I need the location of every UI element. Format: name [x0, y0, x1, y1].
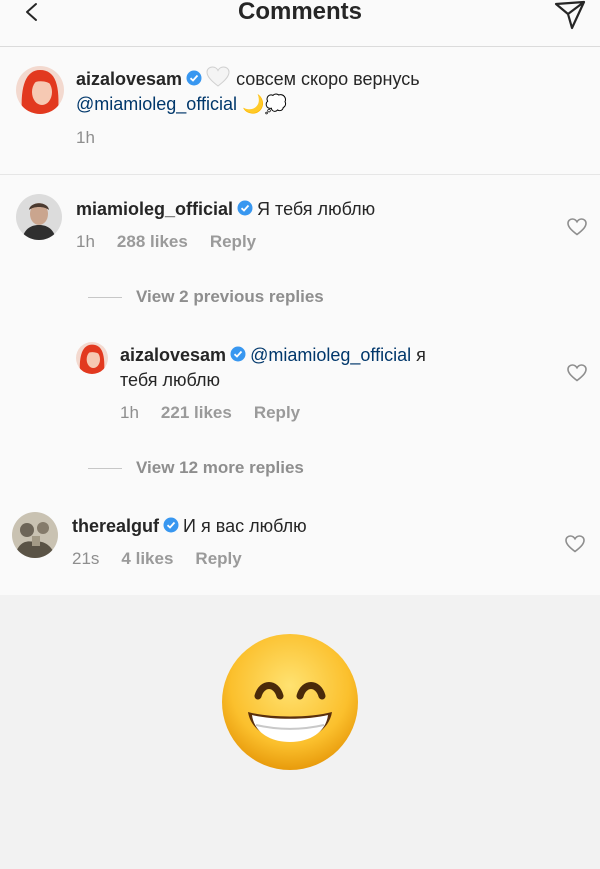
reply-meta: 1h 221 likes Reply [120, 403, 322, 423]
reply-button[interactable]: Reply [254, 403, 300, 422]
comment-body: therealguf И я вас люблю [72, 514, 307, 539]
verified-icon [163, 515, 179, 539]
like-button[interactable] [567, 218, 587, 236]
caption-line-2: @miamioleg_official 🌙💭 [76, 92, 287, 116]
comment-likes[interactable]: 288 likes [117, 232, 188, 251]
comment-text: И я вас люблю [183, 516, 307, 536]
comments-screen: Comments aizalovesam совсем скоро вернусь… [0, 0, 600, 595]
grinning-face-emoji-icon [220, 632, 360, 772]
comment-timestamp: 1h [76, 232, 95, 251]
comment-username[interactable]: therealguf [72, 516, 159, 536]
caption-line-1: aizalovesam совсем скоро вернусь [76, 66, 420, 94]
comment-body: miamioleg_official Я тебя люблю [76, 197, 375, 222]
avatar[interactable] [16, 194, 62, 240]
view-previous-label: View 2 previous replies [136, 287, 324, 306]
reply-body-line-1: aizalovesam @miamioleg_official я [120, 343, 426, 368]
divider [88, 468, 122, 470]
reply-timestamp: 1h [120, 403, 139, 422]
heart-icon [565, 535, 585, 553]
reply-button[interactable]: Reply [195, 549, 241, 568]
comment-likes[interactable]: 4 likes [121, 549, 173, 568]
like-button[interactable] [565, 535, 585, 553]
reply-text-end: тебя люблю [120, 370, 221, 390]
reply-mention[interactable]: @miamioleg_official [250, 345, 411, 365]
reply-button[interactable]: Reply [210, 232, 256, 251]
view-more-label: View 12 more replies [136, 458, 304, 477]
avatar[interactable] [16, 66, 64, 114]
caption-meta: 1h [76, 128, 117, 148]
reply-text-start: я [416, 345, 426, 365]
white-heart-icon [206, 66, 230, 94]
comment-meta: 1h 288 likes Reply [76, 232, 278, 252]
share-button[interactable] [552, 0, 588, 34]
heart-icon [567, 364, 587, 382]
post-caption: aizalovesam совсем скоро вернусь @miamiol… [0, 46, 600, 175]
verified-icon [230, 344, 246, 368]
view-more-replies[interactable]: View 12 more replies [88, 458, 304, 478]
caption-timestamp: 1h [76, 128, 95, 147]
caption-mention[interactable]: @miamioleg_official [76, 94, 237, 114]
heart-icon [567, 218, 587, 236]
page-title: Comments [237, 0, 363, 25]
avatar[interactable] [12, 512, 58, 558]
verified-icon [237, 198, 253, 222]
divider [88, 297, 122, 299]
comment-text: Я тебя люблю [257, 199, 376, 219]
caption-text: совсем скоро вернусь [236, 69, 420, 89]
view-previous-replies[interactable]: View 2 previous replies [88, 287, 324, 307]
caption-emojis: 🌙💭 [242, 94, 287, 114]
header-bar: Comments [0, 0, 600, 47]
reply-likes[interactable]: 221 likes [161, 403, 232, 422]
verified-icon [186, 68, 202, 92]
avatar[interactable] [76, 342, 108, 374]
reply-body-line-2: тебя люблю [120, 368, 220, 392]
comment-username[interactable]: miamioleg_official [76, 199, 233, 219]
reply-username[interactable]: aizalovesam [120, 345, 226, 365]
caption-username[interactable]: aizalovesam [76, 69, 182, 89]
paper-plane-icon [554, 0, 586, 30]
comment-meta: 21s 4 likes Reply [72, 549, 264, 569]
like-button[interactable] [567, 364, 587, 382]
comment-timestamp: 21s [72, 549, 100, 568]
